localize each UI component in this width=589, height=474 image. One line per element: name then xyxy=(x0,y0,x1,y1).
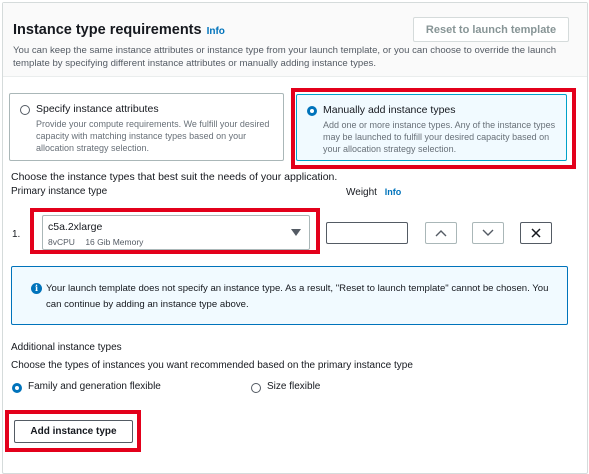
panel-description: You can keep the same instance attribute… xyxy=(13,45,557,69)
chevron-down-icon xyxy=(482,229,494,236)
memory-spec: 16 Gib Memory xyxy=(85,237,144,247)
instance-specs: 8vCPU 16 Gib Memory xyxy=(48,237,151,247)
option-specify-instance-attributes[interactable]: Specify instance attributes Provide your… xyxy=(9,93,284,161)
move-up-button[interactable] xyxy=(425,222,457,244)
primary-instance-type-label: Primary instance type xyxy=(11,186,108,197)
chevron-up-icon xyxy=(435,230,447,237)
vcpu-spec: 8vCPU xyxy=(48,237,75,247)
option-title: Manually add instance types xyxy=(323,104,456,116)
move-down-button[interactable] xyxy=(472,222,504,244)
reset-to-launch-template-button[interactable]: Reset to launch template xyxy=(413,17,569,42)
option-description: Provide your compute requirements. We fu… xyxy=(36,119,270,153)
alert-text: Your launch template does not specify an… xyxy=(46,283,549,310)
add-instance-type-button[interactable]: Add instance type xyxy=(14,420,133,443)
panel-title-text: Instance type requirements xyxy=(13,22,202,38)
row-index: 1. xyxy=(12,229,21,240)
panel-title: Instance type requirements Info xyxy=(13,22,225,38)
weight-input[interactable] xyxy=(326,222,408,244)
additional-instance-types-description: Choose the types of instances you want r… xyxy=(11,360,413,371)
family-generation-flexible-label[interactable]: Family and generation flexible xyxy=(28,381,161,392)
additional-instance-types-title: Additional instance types xyxy=(11,342,122,353)
option-title: Specify instance attributes xyxy=(36,103,159,115)
radio-specify-attributes[interactable] xyxy=(20,105,30,115)
weight-label-text: Weight xyxy=(346,187,377,198)
weight-label: Weight Info xyxy=(346,187,401,198)
panel-header: Instance type requirements Info Reset to … xyxy=(3,3,587,77)
close-icon xyxy=(531,228,541,238)
title-info-link[interactable]: Info xyxy=(207,26,225,37)
radio-manually-add[interactable] xyxy=(307,106,317,116)
instance-intro-text: Choose the instance types that best suit… xyxy=(11,171,338,183)
caret-down-icon xyxy=(291,229,301,236)
radio-size-flexible[interactable] xyxy=(251,383,261,393)
info-icon: i xyxy=(31,283,42,294)
weight-info-link[interactable]: Info xyxy=(385,187,402,197)
primary-instance-type-select[interactable]: c5a.2xlarge 8vCPU 16 Gib Memory xyxy=(42,215,310,250)
info-alert: i Your launch template does not specify … xyxy=(11,266,568,325)
size-flexible-label[interactable]: Size flexible xyxy=(267,381,320,392)
radio-family-generation-flexible[interactable] xyxy=(12,383,22,393)
option-manually-add-instance-types[interactable]: Manually add instance types Add one or m… xyxy=(296,94,567,161)
selected-instance-type: c5a.2xlarge xyxy=(48,221,103,233)
option-description: Add one or more instance types. Any of t… xyxy=(323,120,556,154)
remove-instance-button[interactable] xyxy=(520,222,552,244)
